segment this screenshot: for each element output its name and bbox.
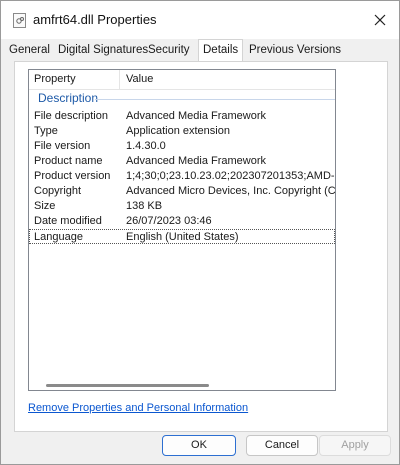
tab-details[interactable]: Details [198, 39, 244, 63]
list-row[interactable]: Type Application extension [29, 124, 335, 139]
column-divider[interactable] [119, 70, 120, 89]
horizontal-scrollbar[interactable] [30, 381, 335, 389]
list-row[interactable]: Product version 1;4;30;0;23.10.23.02;202… [29, 169, 335, 184]
property-value: 138 KB [126, 200, 163, 212]
property-name: Date modified [34, 215, 102, 227]
property-value: 1.4.30.0 [126, 140, 166, 152]
property-value: Application extension [126, 125, 230, 137]
list-row[interactable]: Size 138 KB [29, 199, 335, 214]
close-icon [374, 14, 386, 26]
cancel-button[interactable]: Cancel [246, 435, 318, 456]
group-divider [95, 99, 335, 100]
dll-file-icon [13, 13, 26, 28]
property-name: Type [34, 125, 58, 137]
property-value: Advanced Media Framework [126, 110, 267, 122]
scrollbar-thumb[interactable] [46, 384, 209, 387]
list-row[interactable]: Date modified 26/07/2023 03:46 [29, 214, 335, 229]
property-name: File description [34, 110, 108, 122]
property-name: Product name [34, 155, 103, 167]
close-button[interactable] [367, 7, 393, 33]
list-row[interactable]: File version 1.4.30.0 [29, 139, 335, 154]
property-name: Copyright [34, 185, 82, 197]
column-header-value[interactable]: Value [126, 73, 153, 85]
tab-previous-versions[interactable]: Previous Versions [249, 43, 341, 62]
window-title: amfrt64.dll Properties [33, 12, 157, 27]
group-label: Description [38, 91, 99, 105]
apply-button[interactable]: Apply [319, 435, 391, 456]
tab-security[interactable]: Security [148, 43, 190, 62]
ok-button[interactable]: OK [162, 435, 236, 456]
property-name: File version [34, 140, 91, 152]
details-listview[interactable]: Property Value Description File descript… [28, 69, 336, 391]
tab-strip: General Digital Signatures Security Deta… [1, 39, 399, 63]
title-bar: amfrt64.dll Properties [1, 1, 399, 39]
properties-window: amfrt64.dll Properties General Digital S… [0, 0, 400, 465]
details-panel: Property Value Description File descript… [14, 61, 388, 432]
property-name: Language [34, 231, 83, 243]
list-row[interactable]: Product name Advanced Media Framework [29, 154, 335, 169]
property-value: 26/07/2023 03:46 [126, 215, 212, 227]
tab-general[interactable]: General [9, 43, 50, 62]
remove-properties-link[interactable]: Remove Properties and Personal Informati… [28, 402, 248, 414]
property-name: Size [34, 200, 56, 212]
column-header-property[interactable]: Property [34, 73, 76, 85]
property-value: 1;4;30;0;23.10.23.02;202307201353;AMD-Ra… [126, 170, 335, 182]
list-row[interactable]: Copyright Advanced Micro Devices, Inc. C… [29, 184, 335, 199]
group-header-description[interactable]: Description [29, 91, 335, 107]
listview-header: Property Value [29, 70, 335, 90]
tab-digital-signatures[interactable]: Digital Signatures [58, 43, 148, 62]
property-value: English (United States) [126, 231, 239, 243]
list-row[interactable]: File description Advanced Media Framewor… [29, 109, 335, 124]
property-name: Product version [34, 170, 111, 182]
list-row-focused[interactable]: Language English (United States) [29, 229, 335, 244]
property-value: Advanced Micro Devices, Inc. Copyright (… [126, 185, 336, 197]
property-value: Advanced Media Framework [126, 155, 267, 167]
